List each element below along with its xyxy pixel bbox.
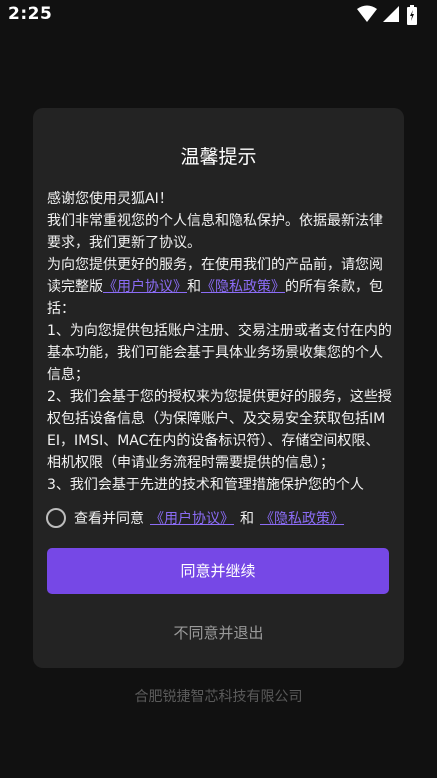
dialog-title: 温馨提示 (180, 146, 257, 168)
wifi-icon (357, 5, 377, 22)
terms-item-3: 3、我们会基于先进的技术和管理措施保护您的个人 (47, 477, 364, 493)
privacy-dialog: 温馨提示 感谢您使用灵狐AI！ 我们非常重视您的个人信息和隐私保护。依据最新法律… (33, 108, 404, 668)
cellular-signal-icon (383, 6, 399, 22)
privacy-policy-link[interactable]: 《隐私政策》 (201, 279, 285, 295)
dialog-body[interactable]: 感谢您使用灵狐AI！ 我们非常重视您的个人信息和隐私保护。依据最新法律要求，我们… (47, 188, 392, 604)
greeting-text: 感谢您使用灵狐AI！ (47, 191, 173, 207)
battery-charging-icon (407, 5, 417, 25)
intro-text: 我们非常重视您的个人信息和隐私保护。依据最新法律要求，我们更新了协议。 (47, 213, 383, 251)
agree-radio[interactable] (46, 508, 66, 528)
status-bar: 2:25 (0, 0, 437, 30)
agree-continue-button[interactable]: 同意并继续 (47, 548, 389, 594)
terms-item-1: 1、为向您提供包括账户注册、交易注册或者支付在内的基本功能，我们可能会基于具体业… (47, 323, 392, 383)
user-agreement-link[interactable]: 《用户协议》 (103, 279, 187, 295)
and-text: 和 (187, 279, 201, 295)
agree-prefix: 查看并同意 (74, 511, 144, 527)
terms-item-2: 2、我们会基于您的授权来为您提供更好的服务，这些授权包括设备信息（为保障账户、及… (47, 389, 392, 471)
read-agreements-text: 为向您提供更好的服务，在使用我们的产品前，请您阅读完整版《用户协议》和《隐私政策… (47, 254, 392, 320)
agree-privacy-policy-link[interactable]: 《隐私政策》 (260, 508, 344, 528)
agree-row[interactable]: 查看并同意 《用户协议》 和 《隐私政策》 (46, 506, 391, 530)
status-time: 2:25 (8, 4, 53, 24)
agree-user-agreement-link[interactable]: 《用户协议》 (150, 508, 234, 528)
company-name: 合肥锐捷智芯科技有限公司 (134, 689, 303, 705)
agree-and-text: 和 (240, 511, 254, 527)
disagree-exit-button[interactable]: 不同意并退出 (33, 622, 404, 643)
